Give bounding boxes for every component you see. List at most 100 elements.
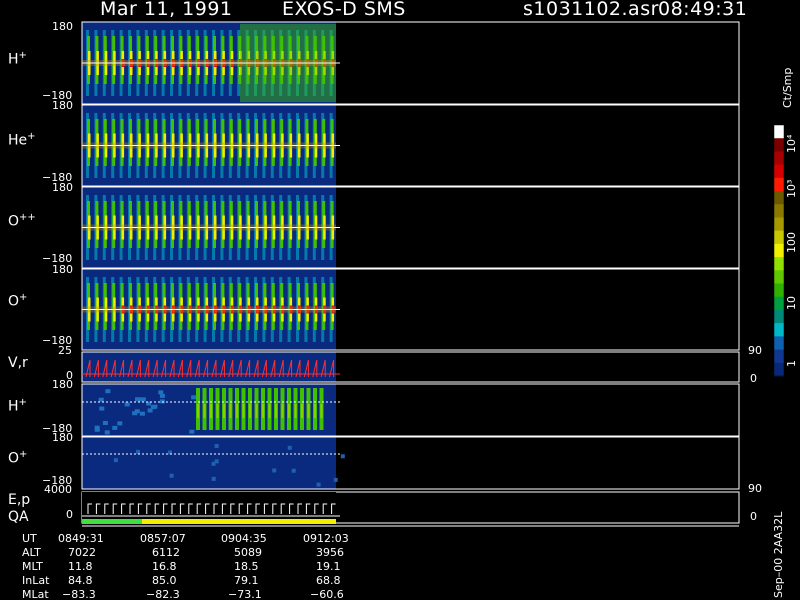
footer-ut-3: 0904:35: [221, 532, 267, 545]
footer-mlt-3: 18.5: [234, 560, 259, 573]
footer-ut-1: 0849:31: [58, 532, 104, 545]
sparse-count: [99, 406, 105, 411]
right-tick-vr-top: 90: [748, 344, 762, 357]
sparse-count: [159, 393, 165, 398]
h-plus-detection-core: [275, 404, 277, 418]
footer-mlat-1: −83.3: [62, 588, 96, 600]
colorbar-tick-1e3: 10³: [785, 179, 798, 198]
colorbar-tick-10: 10: [785, 296, 798, 310]
tick-p7-top: 4000: [44, 483, 72, 496]
tick-p2-top: 180: [52, 181, 73, 194]
footer-label-mlt: MLT: [22, 560, 43, 573]
colorbar-segment: [774, 270, 784, 285]
sparse-count: [159, 399, 165, 404]
sparse-count: [124, 402, 130, 407]
footer-alt-2: 6112: [152, 546, 180, 559]
colorbar-segment: [774, 217, 784, 232]
h-plus-detection-core: [288, 404, 290, 418]
spectrogram-canvas: [81, 21, 785, 527]
right-tick-ep-top: 90: [748, 482, 762, 495]
h-plus-detection-core: [268, 404, 271, 418]
sparse-count: [214, 459, 219, 464]
colorbar-segment: [774, 191, 784, 205]
colorbar-segment: [774, 164, 784, 179]
h-plus-detection-core: [229, 404, 232, 418]
h-plus-detection-core: [262, 404, 264, 418]
footer-ut-2: 0857:07: [140, 532, 186, 545]
footer-alt-1: 7022: [68, 546, 96, 559]
sparse-count: [291, 468, 296, 473]
sparse-count: [137, 397, 143, 402]
h-plus-detection-core: [203, 404, 206, 418]
panel-label-he-plus: He+: [8, 131, 36, 149]
colorbar-unit: Ct/Smp: [781, 67, 794, 108]
tick-p3-top: 180: [52, 263, 73, 276]
footer-mlt-1: 11.8: [68, 560, 93, 573]
tick-p5-top: 180: [52, 378, 73, 391]
sparse-count: [98, 397, 104, 402]
sparse-count: [316, 482, 321, 487]
sparse-count: [139, 411, 145, 416]
sparse-count: [104, 430, 110, 435]
colorbar-tick-1e4: 10⁴: [785, 134, 798, 153]
side-note: Sep–00 2AA32L: [772, 511, 785, 598]
panel-6-background: [82, 437, 336, 489]
sparse-count: [136, 449, 141, 454]
panel-label-o-plus: O+: [8, 292, 28, 310]
panel-label-o-plusplus: O++: [8, 212, 36, 230]
colorbar-segment: [774, 125, 784, 139]
h-plus-detection-core: [301, 404, 303, 418]
sparse-count: [112, 425, 118, 430]
colorbar-segment: [774, 204, 784, 218]
footer-mlat-2: −82.3: [146, 588, 180, 600]
sparse-count: [340, 454, 345, 459]
qa-bar-fair: [142, 519, 336, 524]
colorbar-tick-100: 100: [785, 232, 798, 253]
plot-instrument: EXOS-D SMS: [282, 0, 406, 20]
h-plus-detection-core: [236, 404, 238, 418]
panel-label-vr: V,r: [8, 355, 28, 371]
sparse-count: [214, 443, 219, 448]
sparse-count: [117, 421, 123, 426]
colorbar-segment: [774, 151, 784, 166]
colorbar-segment: [774, 230, 784, 245]
sparse-count: [105, 389, 111, 394]
colorbar-segment: [774, 296, 784, 311]
h-plus-detection-core: [249, 404, 251, 418]
panel-label-o-plus-2: O+: [8, 449, 28, 467]
tick-p0-top: 180: [52, 20, 73, 33]
sparse-count: [102, 421, 108, 426]
h-plus-detection-core: [281, 404, 284, 418]
footer-alt-4: 3956: [316, 546, 344, 559]
panel-label-h-plus: H+: [8, 50, 27, 68]
sparse-count: [158, 390, 164, 395]
qa-bar-good: [82, 519, 142, 524]
footer-label-ut: UT: [22, 532, 37, 545]
footer-label-mlat: MLat: [22, 588, 49, 600]
panel-label-h-plus-2: H+: [8, 397, 27, 415]
colorbar-segment: [774, 257, 784, 271]
colorbar-segment: [774, 309, 784, 324]
h-plus-detection-core: [307, 404, 310, 418]
sparse-count: [287, 445, 292, 450]
sparse-count: [189, 429, 195, 434]
footer-inlat-1: 84.8: [68, 574, 93, 587]
sms-plot: Mar 11, 1991 EXOS-D SMS s1031102.asr 08:…: [0, 0, 800, 600]
footer-label-inlat: InLat: [22, 574, 50, 587]
plot-date: Mar 11, 1991: [100, 0, 233, 20]
plot-file: s1031102.asr: [523, 0, 659, 20]
footer-mlt-2: 16.8: [152, 560, 177, 573]
h-plus-detection-core: [216, 404, 219, 418]
sparse-count: [211, 476, 216, 481]
right-tick-ep-bottom: 0: [750, 510, 757, 523]
sparse-count: [152, 404, 158, 409]
footer-alt-3: 5089: [234, 546, 262, 559]
plot-time: 08:49:31: [658, 0, 748, 20]
h-plus-detection-core: [210, 404, 212, 418]
colorbar-segment: [774, 138, 784, 152]
footer-mlt-4: 19.1: [316, 560, 341, 573]
colorbar-segment: [774, 349, 784, 364]
sparse-count: [169, 473, 174, 478]
sparse-count: [191, 395, 197, 400]
h-plus-detection-core: [197, 404, 199, 418]
